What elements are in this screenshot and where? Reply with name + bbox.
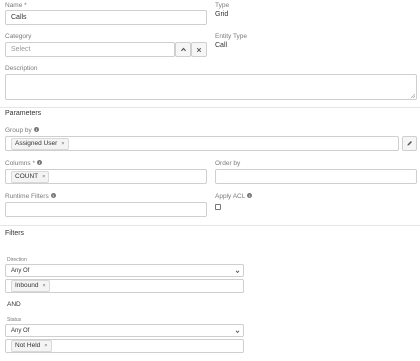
apply-acl-label: Apply ACL i <box>215 193 253 200</box>
tag: Inbound × <box>11 280 50 292</box>
divider <box>0 107 420 108</box>
description-textarea[interactable] <box>5 74 417 100</box>
tag-remove-icon[interactable]: × <box>61 140 64 148</box>
entity-type-label: Entity Type <box>215 33 248 40</box>
group-by-field[interactable]: Assigned User × <box>5 136 399 151</box>
category-placeholder: Select <box>11 46 31 53</box>
name-value: Calls <box>11 14 27 21</box>
info-icon: i <box>36 160 42 165</box>
info-icon: i <box>33 127 39 132</box>
category-select[interactable]: Select <box>5 42 175 57</box>
description-label: Description <box>5 65 38 72</box>
tag: COUNT × <box>11 170 50 183</box>
tag-remove-icon[interactable]: × <box>43 282 46 290</box>
status-operator-select[interactable]: Any Of <box>5 324 244 337</box>
chevron-up-icon <box>180 47 186 52</box>
tag-remove-icon[interactable]: × <box>44 342 47 350</box>
divider <box>0 225 420 226</box>
category-expand-button[interactable] <box>175 42 191 57</box>
runtime-filters-label: Runtime Filters i <box>5 193 56 200</box>
order-by-label: Order by <box>215 160 241 167</box>
close-icon <box>196 47 202 52</box>
columns-field[interactable]: COUNT × <box>5 169 207 184</box>
pencil-icon <box>407 141 412 146</box>
info-icon: i <box>50 193 56 198</box>
direction-label: Direction <box>7 257 27 263</box>
direction-values-field[interactable]: Inbound × <box>5 279 244 293</box>
type-label: Type <box>215 2 230 9</box>
type-value: Grid <box>215 11 229 18</box>
direction-operator-select[interactable]: Any Of <box>5 264 244 277</box>
group-by-label: Group by i <box>5 127 39 134</box>
parameters-heading: Parameters <box>5 110 42 117</box>
info-icon: i <box>247 193 253 198</box>
category-clear-button[interactable] <box>191 42 207 57</box>
order-by-input[interactable] <box>215 169 417 184</box>
filters-heading: Filters <box>5 230 25 237</box>
runtime-filters-input[interactable] <box>5 202 207 217</box>
group-by-edit-button[interactable] <box>402 136 417 151</box>
tag-remove-icon[interactable]: × <box>42 173 45 181</box>
category-label: Category <box>5 33 32 40</box>
columns-label: Columns * i <box>5 160 42 167</box>
status-label: Status <box>7 317 22 323</box>
tag: Assigned User × <box>11 137 69 150</box>
name-label: Name * <box>5 2 27 9</box>
resize-handle-icon <box>411 94 415 98</box>
apply-acl-checkbox[interactable] <box>215 204 221 210</box>
name-input[interactable]: Calls <box>5 10 207 25</box>
chevron-down-icon <box>235 330 240 334</box>
status-values-field[interactable]: Not Held × <box>5 339 244 353</box>
entity-type-value: Call <box>215 42 228 49</box>
tag: Not Held × <box>11 340 52 352</box>
chevron-down-icon <box>235 270 240 274</box>
filter-joiner: AND <box>7 301 21 308</box>
